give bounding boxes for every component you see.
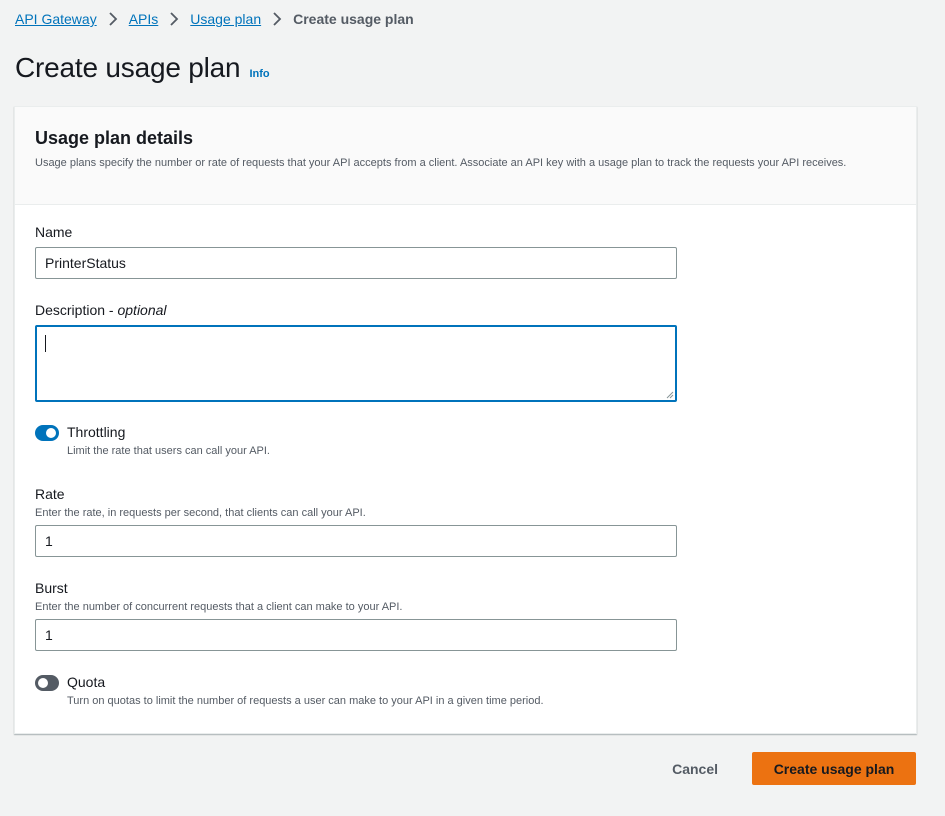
breadcrumb-usage-plan[interactable]: Usage plan (190, 11, 261, 27)
rate-label: Rate (35, 486, 65, 502)
info-link[interactable]: Info (249, 68, 269, 80)
burst-input-value: 1 (45, 627, 53, 643)
quota-toggle[interactable] (35, 675, 59, 691)
optional-suffix: optional (117, 302, 167, 318)
breadcrumb-api-gateway[interactable]: API Gateway (15, 11, 97, 27)
name-input[interactable]: PrinterStatus (35, 247, 677, 279)
text-caret (45, 335, 46, 352)
breadcrumb-apis[interactable]: APIs (129, 11, 159, 27)
breadcrumb-current: Create usage plan (293, 11, 414, 27)
rate-hint: Enter the rate, in requests per second, … (35, 507, 366, 519)
quota-description: Turn on quotas to limit the number of re… (67, 695, 544, 707)
create-usage-plan-button[interactable]: Create usage plan (752, 752, 916, 785)
resize-grip-icon[interactable] (666, 391, 674, 399)
description-label-text: Description (35, 302, 106, 318)
burst-input[interactable]: 1 (35, 619, 677, 651)
panel-header: Usage plan details Usage plans specify t… (15, 107, 916, 205)
throttling-description: Limit the rate that users can call your … (67, 445, 270, 457)
toggle-knob (46, 428, 56, 438)
cancel-button[interactable]: Cancel (652, 752, 738, 785)
usage-plan-details-panel: Usage plan details Usage plans specify t… (14, 106, 917, 734)
form-actions: Cancel Create usage plan (652, 752, 916, 785)
description-textarea[interactable] (35, 325, 677, 402)
chevron-right-icon (97, 9, 129, 29)
chevron-right-icon (158, 9, 190, 29)
throttling-toggle[interactable] (35, 425, 59, 441)
page-header: Create usage plan Info (15, 52, 270, 86)
panel-title: Usage plan details (35, 128, 194, 148)
breadcrumb: API Gateway APIs Usage plan Create usage… (15, 9, 414, 29)
rate-input[interactable]: 1 (35, 525, 677, 557)
description-label: Description - optional (35, 302, 167, 318)
name-label: Name (35, 224, 73, 240)
quota-label: Quota (67, 674, 106, 690)
chevron-right-icon (261, 9, 293, 29)
burst-label: Burst (35, 580, 68, 596)
rate-input-value: 1 (45, 533, 53, 549)
burst-hint: Enter the number of concurrent requests … (35, 601, 403, 613)
throttling-label: Throttling (67, 424, 126, 440)
name-input-value: PrinterStatus (45, 255, 126, 271)
panel-description: Usage plans specify the number or rate o… (35, 157, 847, 169)
toggle-knob (38, 678, 48, 688)
page-title: Create usage plan (15, 52, 241, 83)
